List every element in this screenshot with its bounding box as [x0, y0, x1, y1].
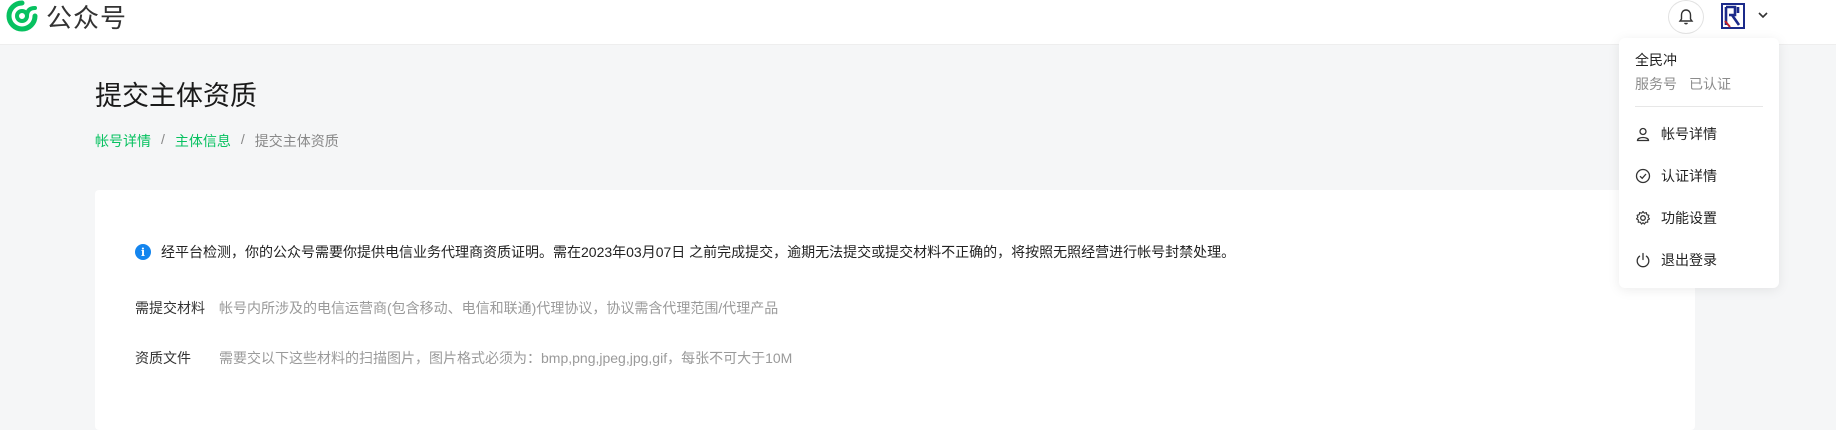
menu-item-label: 认证详情	[1661, 168, 1717, 184]
notice-text: 经平台检测，你的公众号需要你提供电信业务代理商资质证明。需在2023年03月07…	[161, 244, 1236, 260]
user-icon	[1636, 127, 1650, 142]
menu-item-account-details[interactable]: 帐号详情	[1635, 124, 1717, 144]
required-materials-row: 需提交材料 帐号内所涉及的电信运营商(包含移动、电信和联通)代理协议，协议需含代…	[135, 298, 778, 318]
breadcrumb-entity-info[interactable]: 主体信息	[175, 131, 231, 151]
app-name: 公众号	[46, 2, 128, 33]
qualification-files-row: 资质文件 需要交以下这些材料的扫描图片，图片格式必须为：bmp,png,jpeg…	[135, 348, 792, 368]
breadcrumb-current: 提交主体资质	[254, 133, 339, 149]
qualification-files-value: 需要交以下这些材料的扫描图片，图片格式必须为：bmp,png,jpeg,jpg,…	[219, 350, 793, 366]
page-title: 提交主体资质	[95, 81, 257, 111]
avatar[interactable]	[1718, 2, 1748, 30]
chevron-down-icon[interactable]	[1756, 8, 1770, 22]
menu-item-logout[interactable]: 退出登录	[1635, 250, 1717, 270]
menu-item-feature-settings[interactable]: 功能设置	[1635, 208, 1717, 228]
breadcrumb-account-details[interactable]: 帐号详情	[95, 131, 151, 151]
menu-item-label: 退出登录	[1661, 252, 1717, 268]
breadcrumb-separator: /	[161, 131, 165, 147]
account-dropdown-menu: 全民冲 服务号 已认证 帐号详情 认证详情 功能设置 退出登录	[1619, 38, 1779, 288]
required-materials-value: 帐号内所涉及的电信运营商(包含移动、电信和联通)代理协议，协议需含代理范围/代理…	[219, 300, 779, 316]
notification-button[interactable]	[1668, 0, 1704, 34]
logo[interactable]: 公众号	[4, 0, 128, 33]
menu-item-label: 功能设置	[1661, 210, 1717, 226]
power-icon	[1636, 252, 1650, 268]
account-type: 服务号	[1635, 76, 1677, 92]
content-card: i 经平台检测，你的公众号需要你提供电信业务代理商资质证明。需在2023年03月…	[95, 190, 1695, 430]
breadcrumb-separator: /	[240, 131, 245, 147]
notice: i 经平台检测，你的公众号需要你提供电信业务代理商资质证明。需在2023年03月…	[135, 242, 1235, 262]
account-type-line: 服务号 已认证	[1635, 74, 1731, 94]
verify-status: 已认证	[1689, 76, 1731, 92]
info-icon: i	[135, 244, 151, 260]
divider	[1635, 106, 1763, 107]
avatar-image-icon	[1721, 3, 1745, 29]
account-name: 全民冲	[1635, 52, 1677, 68]
wechat-mp-logo-icon	[6, 0, 38, 32]
gear-icon	[1635, 210, 1651, 225]
menu-item-label: 帐号详情	[1661, 126, 1717, 142]
menu-item-verification-details[interactable]: 认证详情	[1635, 166, 1717, 186]
check-circle-icon	[1635, 168, 1651, 184]
bell-icon	[1678, 9, 1694, 25]
required-materials-label: 需提交材料	[135, 300, 205, 316]
qualification-files-label: 资质文件	[135, 350, 191, 366]
breadcrumb: 帐号详情 / 主体信息 / 提交主体资质	[95, 131, 339, 151]
top-bar: 公众号	[0, 0, 1836, 45]
